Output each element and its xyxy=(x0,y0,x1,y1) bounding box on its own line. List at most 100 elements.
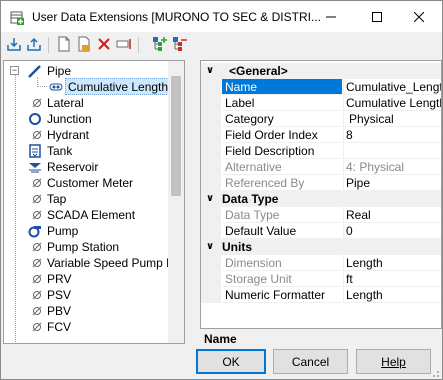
property-value: Length xyxy=(343,255,441,271)
pipe-icon xyxy=(28,64,42,78)
category-general[interactable]: ∨ <General> xyxy=(201,63,441,79)
export-button[interactable] xyxy=(25,36,43,54)
collapse-category-icon[interactable]: ∨ xyxy=(206,63,214,79)
tree-item-label: Customer Meter xyxy=(47,176,134,190)
cancel-button[interactable]: Cancel xyxy=(273,349,348,374)
tree-item-pbv[interactable]: PBV xyxy=(4,303,174,319)
tree-item-variable-speed-pump-battery[interactable]: Variable Speed Pump Bat xyxy=(4,255,184,271)
tree-item-label: PRV xyxy=(47,272,72,286)
ok-button[interactable]: OK xyxy=(196,349,266,374)
collapse-toggle-icon[interactable]: − xyxy=(10,66,19,75)
new-button[interactable] xyxy=(55,36,73,54)
minimize-button[interactable] xyxy=(308,1,354,32)
tree-item-pipe[interactable]: − Pipe xyxy=(4,63,174,79)
tree-item-reservoir[interactable]: Reservoir xyxy=(4,159,174,175)
tree-item-prv[interactable]: PRV xyxy=(4,271,174,287)
minimize-icon xyxy=(326,9,336,25)
property-row-default-value[interactable]: Default Value 0 xyxy=(201,223,441,239)
tree-item-label: Tank xyxy=(47,144,73,158)
element-tree[interactable]: − Pipe Cumulative Length Lateral Junctio… xyxy=(3,60,185,344)
tree-item-cumulative-length[interactable]: Cumulative Length xyxy=(4,78,174,95)
property-value: Pipe xyxy=(343,175,441,191)
property-name: Default Value xyxy=(222,223,342,239)
property-name: Name xyxy=(222,79,342,95)
tree-item-pump-station[interactable]: Pump Station xyxy=(4,239,174,255)
field-icon xyxy=(49,80,63,94)
row-gutter xyxy=(201,175,221,191)
property-value[interactable]: 0 xyxy=(343,223,441,239)
property-row-field-order-index[interactable]: Field Order Index 8 xyxy=(201,127,441,143)
panel-splitter[interactable] xyxy=(186,60,198,344)
property-row-field-description[interactable]: Field Description xyxy=(201,143,441,159)
tree-item-label: Pump xyxy=(47,224,79,238)
close-button[interactable] xyxy=(396,1,442,32)
maximize-icon xyxy=(372,9,382,25)
tree-item-tank[interactable]: Tank xyxy=(4,143,174,159)
junction-icon xyxy=(28,112,42,126)
row-gutter xyxy=(201,287,221,303)
property-value[interactable]: Cumulative Length xyxy=(343,95,441,111)
property-row-name[interactable]: Name Cumulative_Length xyxy=(201,79,441,95)
category-units[interactable]: ∨ Units xyxy=(201,239,441,255)
tree-item-customer-meter[interactable]: Customer Meter xyxy=(4,175,174,191)
tree-scrollbar[interactable] xyxy=(168,61,184,343)
property-value[interactable]: Cumulative_Length xyxy=(343,79,441,95)
property-name: Alternative xyxy=(222,159,342,175)
scrollbar-thumb[interactable] xyxy=(171,76,181,196)
vspb-icon xyxy=(30,256,44,270)
title-bar: User Data Extensions [MURONO TO SEC & DI… xyxy=(1,1,442,32)
property-row-storage-unit: Storage Unit ft xyxy=(201,271,441,287)
tree-item-pump[interactable]: Pump xyxy=(4,223,174,239)
tree-item-label: Hydrant xyxy=(47,128,90,142)
property-row-label[interactable]: Label Cumulative Length xyxy=(201,95,441,111)
property-value[interactable]: Physical xyxy=(343,111,441,127)
row-gutter xyxy=(201,255,221,271)
delete-button[interactable] xyxy=(95,36,113,54)
property-row-category[interactable]: Category Physical xyxy=(201,111,441,127)
resize-grip-icon[interactable] xyxy=(430,367,440,377)
pbv-icon xyxy=(30,304,44,318)
property-grid[interactable]: ∨ <General> Name Cumulative_Length Label… xyxy=(200,60,442,344)
tree-item-psv[interactable]: PSV xyxy=(4,287,174,303)
property-row-numeric-formatter[interactable]: Numeric Formatter Length xyxy=(201,287,441,303)
rename-button[interactable] xyxy=(115,36,133,54)
customer-meter-icon xyxy=(30,176,44,190)
tree-item-label: Reservoir xyxy=(47,160,99,174)
property-value[interactable]: Length xyxy=(343,287,441,303)
help-button-label: Help xyxy=(381,354,406,369)
row-gutter xyxy=(201,143,221,159)
category-data-type[interactable]: ∨ Data Type xyxy=(201,191,441,207)
row-gutter xyxy=(201,111,221,127)
rename-icon xyxy=(116,36,132,55)
close-icon xyxy=(413,9,425,25)
tree-item-fcv[interactable]: FCV xyxy=(4,319,174,335)
collapse-all-button[interactable] xyxy=(171,36,189,54)
collapse-category-icon[interactable]: ∨ xyxy=(206,239,214,255)
tree-item-tap[interactable]: Tap xyxy=(4,191,174,207)
property-row-data-type: Data Type Real xyxy=(201,207,441,223)
tree-item-label: Pump Station xyxy=(47,240,120,254)
category-label: <General> xyxy=(229,64,288,78)
property-row-referenced-by: Referenced By Pipe xyxy=(201,175,441,191)
pump-icon xyxy=(28,224,42,238)
expand-all-icon xyxy=(152,36,168,55)
psv-icon xyxy=(30,288,44,302)
fcv-icon xyxy=(30,320,44,334)
property-name: Referenced By xyxy=(222,175,342,191)
property-value[interactable]: 8 xyxy=(343,127,441,143)
row-gutter xyxy=(201,95,221,111)
maximize-button[interactable] xyxy=(354,1,400,32)
collapse-category-icon[interactable]: ∨ xyxy=(206,191,214,207)
tree-item-scada-element[interactable]: SCADA Element xyxy=(4,207,174,223)
expand-all-button[interactable] xyxy=(151,36,169,54)
help-button[interactable]: Help xyxy=(356,349,431,374)
import-button[interactable] xyxy=(5,36,23,54)
property-name: Label xyxy=(222,95,342,111)
lateral-icon xyxy=(30,96,44,110)
property-value[interactable] xyxy=(343,143,441,159)
tree-item-hydrant[interactable]: Hydrant xyxy=(4,127,174,143)
open-button[interactable] xyxy=(75,36,93,54)
tree-item-junction[interactable]: Junction xyxy=(4,111,174,127)
tree-item-lateral[interactable]: Lateral xyxy=(4,95,174,111)
tree-item-label: Junction xyxy=(47,112,92,126)
